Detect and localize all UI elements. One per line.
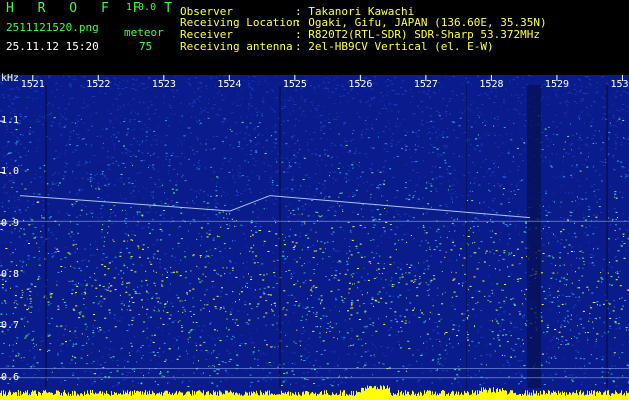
date-time: 25.11.12 15:20 (6, 40, 99, 53)
x-tick-label: 1526 (348, 79, 373, 90)
spectrogram (0, 75, 629, 400)
meteor-count: 75 (139, 40, 153, 53)
x-tick-label: 1528 (479, 79, 504, 90)
x-tick-label: 1522 (86, 79, 111, 90)
x-tick-label: 1530 (610, 79, 629, 90)
file-name: 2511121520.png (6, 21, 99, 34)
interference-strip (279, 85, 281, 388)
meteor-label: meteor (124, 26, 164, 39)
header-panel: H R O F F T 1.0.0 2511121520.png meteor … (0, 0, 629, 75)
y-tick-label: 0.6 (1, 371, 20, 383)
app-version: 1.0.0 (126, 2, 157, 13)
y-tick-label: 0.9 (1, 217, 20, 229)
x-tick-label: 1525 (282, 79, 307, 90)
antenna-label: Receiving antenna (180, 40, 293, 53)
y-axis-unit: kHz (1, 73, 20, 84)
y-tick-label: 1.1 (1, 115, 20, 127)
y-tick-label: 0.8 (1, 269, 20, 281)
interference-strip (466, 85, 467, 388)
antenna-value: : 2el-HB9CV Vertical (el. E-W) (295, 40, 494, 53)
interference-strip (606, 85, 608, 388)
interference-strip (527, 85, 541, 388)
x-tick-label: 1524 (217, 79, 242, 90)
x-tick-label: 1529 (544, 79, 570, 90)
x-tick-label: 1523 (151, 79, 176, 90)
x-tick-label: 1521 (20, 79, 45, 90)
y-tick-label: 0.7 (1, 320, 20, 332)
y-tick-label: 1.0 (1, 166, 20, 178)
x-tick-label: 1527 (413, 79, 438, 90)
interference-strip (45, 85, 47, 388)
